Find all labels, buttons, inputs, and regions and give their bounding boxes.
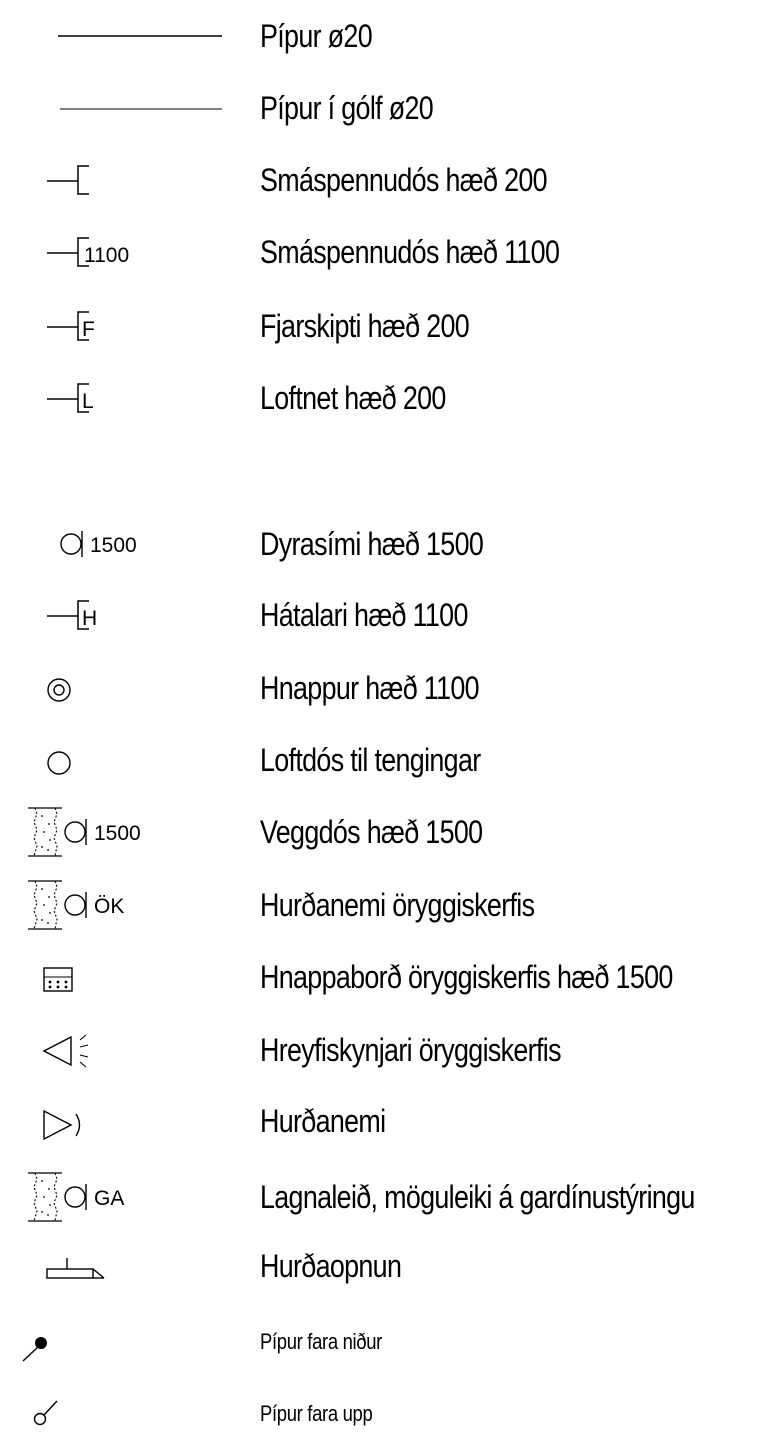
legend-row-antenna: L Loftnet hæð 200 <box>0 368 777 428</box>
curtain-control-route-icon: GA <box>0 1167 240 1227</box>
door-sensor-icon <box>0 1091 240 1151</box>
motion-sensor-icon <box>0 1020 240 1080</box>
legend-row-motion-sensor: Hreyfiskynjari öryggiskerfis <box>0 1020 777 1080</box>
legend-label: Pípur ø20 <box>260 18 373 54</box>
legend-label: Hnappur hæð 1100 <box>260 670 480 706</box>
legend-label: Lagnaleið, möguleiki á gardínustýringu <box>260 1179 695 1215</box>
legend-label: Fjarskipti hæð 200 <box>260 308 470 344</box>
ceiling-box-icon <box>0 730 240 790</box>
speaker-box-icon: H <box>0 585 240 645</box>
symbol-tag: 1100 <box>84 244 129 267</box>
legend-row-door-sensor: Hurðanemi <box>0 1091 777 1151</box>
legend-row-ceiling-box: Loftdós til tengingar <box>0 730 777 790</box>
legend-row-low-voltage-1100: 1100 Smáspennudós hæð 1100 <box>0 222 777 282</box>
symbol-tag: F <box>82 318 95 341</box>
security-keypad-icon <box>0 947 240 1007</box>
antenna-box-icon: L <box>0 368 240 428</box>
legend-label: Smáspennudós hæð 200 <box>260 162 548 198</box>
intercom-icon: 1500 <box>0 514 240 574</box>
legend-label: Hurðanemi öryggiskerfis <box>260 887 535 923</box>
legend-label: Hurðanemi <box>260 1103 386 1139</box>
legend-row-security-keypad: Hnappaborð öryggiskerfis hæð 1500 <box>0 947 777 1007</box>
door-opener-icon <box>0 1236 240 1296</box>
symbol-tag: ÖK <box>94 895 124 918</box>
pipe-down-icon <box>0 1312 240 1372</box>
symbol-legend: Pípur ø20 Pípur í gólf ø20 Smáspennudós … <box>0 0 777 1435</box>
symbol-tag: H <box>82 607 97 630</box>
security-door-sensor-icon: ÖK <box>0 875 240 935</box>
symbol-tag: 1500 <box>90 534 137 557</box>
legend-label: Veggdós hæð 1500 <box>260 814 483 850</box>
telecom-box-icon: F <box>0 296 240 356</box>
legend-label: Smáspennudós hæð 1100 <box>260 234 560 270</box>
symbol-tag: GA <box>94 1187 124 1210</box>
legend-row-pipe-up: Pípur fara upp <box>0 1384 777 1444</box>
legend-row-telecom: F Fjarskipti hæð 200 <box>0 296 777 356</box>
button-icon <box>0 658 240 718</box>
symbol-tag: 1500 <box>94 822 141 845</box>
legend-label: Hátalari hæð 1100 <box>260 597 468 633</box>
pipe-line-icon <box>0 6 240 66</box>
pipe-up-icon <box>0 1384 240 1444</box>
legend-label: Pípur fara upp <box>260 1401 373 1426</box>
legend-row-door-opener: Hurðaopnun <box>0 1236 777 1296</box>
legend-row-wall-box: 1500 Veggdós hæð 1500 <box>0 802 777 862</box>
legend-row-speaker: H Hátalari hæð 1100 <box>0 585 777 645</box>
legend-row-low-voltage-200: Smáspennudós hæð 200 <box>0 150 777 210</box>
legend-label: Loftdós til tengingar <box>260 742 481 778</box>
symbol-tag: L <box>82 390 94 413</box>
legend-row-floor-pipe: Pípur í gólf ø20 <box>0 78 777 138</box>
legend-label: Loftnet hæð 200 <box>260 380 446 416</box>
low-voltage-box-icon <box>0 150 240 210</box>
legend-label: Hreyfiskynjari öryggiskerfis <box>260 1032 562 1068</box>
wall-box-icon: 1500 <box>0 802 240 862</box>
legend-row-pipe: Pípur ø20 <box>0 6 777 66</box>
legend-label: Hnappaborð öryggiskerfis hæð 1500 <box>260 959 673 995</box>
legend-row-intercom: 1500 Dyrasími hæð 1500 <box>0 514 777 574</box>
legend-label: Pípur í gólf ø20 <box>260 90 434 126</box>
legend-label: Pípur fara niður <box>260 1329 383 1354</box>
floor-pipe-line-icon <box>0 78 240 138</box>
legend-label: Hurðaopnun <box>260 1248 402 1284</box>
legend-row-security-door-sensor: ÖK Hurðanemi öryggiskerfis <box>0 875 777 935</box>
low-voltage-box-icon: 1100 <box>0 222 240 282</box>
legend-label: Dyrasími hæð 1500 <box>260 526 484 562</box>
legend-row-curtain-route: GA Lagnaleið, möguleiki á gardínustýring… <box>0 1167 777 1227</box>
legend-row-pipe-down: Pípur fara niður <box>0 1312 777 1372</box>
legend-row-button: Hnappur hæð 1100 <box>0 658 777 718</box>
